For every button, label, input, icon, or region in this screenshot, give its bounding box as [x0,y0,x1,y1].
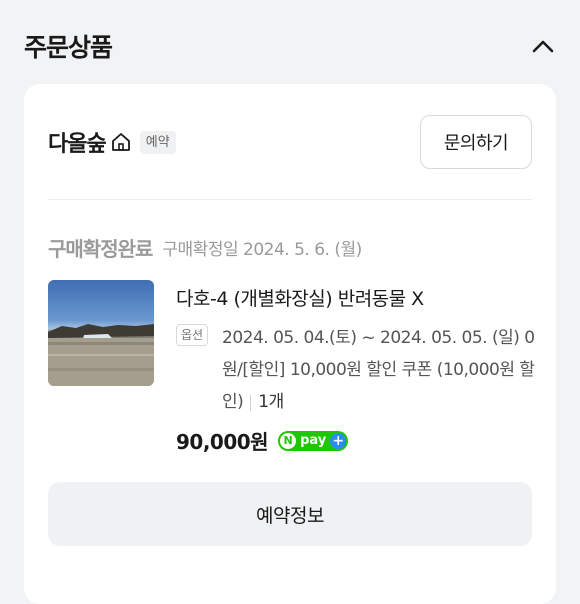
product-info: 다호-4 (개별화장실) 반려동물 X 옵션 2024. 05. 04.(토) … [176,284,536,455]
reservation-info-button[interactable]: 예약정보 [48,482,532,546]
store-row: 다올숲 예약 문의하기 [48,114,532,170]
npay-label: pay [300,433,327,448]
npay-badge: N pay + [278,430,349,451]
order-products-header: 주문상품 [24,26,558,66]
landscape-image [48,324,154,386]
price-row: 90,000원 N pay + [176,426,536,455]
reservation-tag: 예약 [139,130,176,154]
npay-plus-icon: + [330,432,347,449]
divider [48,199,532,200]
quantity: 1개 [258,392,284,412]
order-status-row: 구매확정완료 구매확정일 2024. 5. 6. (월) [48,232,362,262]
store-name[interactable]: 다올숲 [48,126,107,158]
npay-n-icon: N [280,432,297,449]
option-badge: 옵션 [176,324,209,346]
collapse-button[interactable] [528,31,558,61]
product-name[interactable]: 다호-4 (개별화장실) 반려동물 X [176,284,536,314]
store-info[interactable]: 다올숲 예약 [48,126,176,158]
home-icon [110,131,132,153]
product-thumbnail[interactable] [48,280,154,386]
section-title: 주문상품 [24,33,113,62]
quantity-separator [250,394,252,411]
price: 90,000원 [176,430,269,454]
confirm-date: 구매확정일 2024. 5. 6. (월) [162,239,362,260]
chevron-up-icon [532,40,554,53]
inquiry-button[interactable]: 문의하기 [420,115,532,169]
order-status: 구매확정완료 [48,236,153,261]
order-card: 다올숲 예약 문의하기 구매확정완료 구매확정일 2024. 5. 6. (월)… [24,84,556,604]
option-block: 옵션 2024. 05. 04.(토) ~ 2024. 05. 05. (일) … [176,322,536,418]
